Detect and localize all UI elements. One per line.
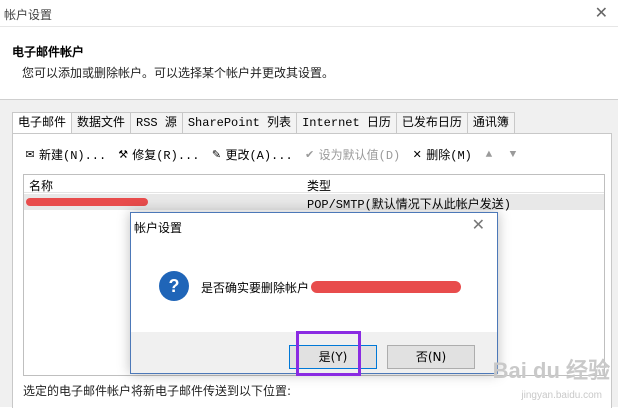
close-icon[interactable]: ✕ — [595, 3, 608, 22]
arrow-down-icon: ▼ — [509, 148, 517, 161]
redacted-account-name — [26, 198, 148, 206]
change-button[interactable]: ✎ 更改(A)... — [209, 146, 293, 163]
page-header: 电子邮件帐户 您可以添加或删除帐户。可以选择某个帐户并更改其设置。 — [0, 27, 618, 100]
tab-email[interactable]: 电子邮件 — [12, 112, 73, 134]
dialog-titlebar: 帐户设置 ✕ — [131, 213, 497, 239]
tab-rss[interactable]: RSS 源 — [131, 112, 183, 134]
no-button[interactable]: 否(N) — [387, 345, 475, 369]
highlight-box — [296, 331, 361, 376]
list-header: 名称 类型 — [24, 175, 604, 193]
arrow-up-icon: ▲ — [485, 148, 493, 161]
dialog-body: ? 是否确实要删除帐户 — [131, 239, 497, 332]
account-settings-window: 帐户设置 ✕ 电子邮件帐户 您可以添加或删除帐户。可以选择某个帐户并更改其设置。… — [0, 0, 618, 408]
repair-button-label: 修复(R)... — [132, 149, 200, 163]
question-icon: ? — [159, 271, 189, 301]
page-description: 您可以添加或删除帐户。可以选择某个帐户并更改其设置。 — [22, 66, 335, 80]
column-header-type[interactable]: 类型 — [307, 177, 331, 194]
wrench-icon: ⚒ — [118, 149, 129, 162]
delete-button-label: 删除(M) — [426, 149, 472, 163]
set-default-button[interactable]: ✔ 设为默认值(D) — [303, 146, 401, 163]
change-button-label: 更改(A)... — [225, 149, 293, 163]
page-title: 电子邮件帐户 — [12, 45, 85, 59]
delivery-location-label: 选定的电子邮件帐户将新电子邮件传送到以下位置: — [23, 384, 292, 398]
tab-published-calendar[interactable]: 已发布日历 — [396, 112, 468, 134]
window-titlebar: 帐户设置 ✕ — [0, 0, 618, 27]
dialog-close-icon[interactable]: ✕ — [472, 215, 485, 234]
column-header-name[interactable]: 名称 — [29, 177, 53, 194]
tab-sharepoint[interactable]: SharePoint 列表 — [182, 112, 298, 134]
redacted-account-in-message — [311, 281, 461, 293]
toolbar: ✉ 新建(N)... ⚒ 修复(R)... ✎ 更改(A)... ✔ 设为默认值… — [23, 146, 520, 164]
tab-address-book[interactable]: 通讯簿 — [467, 112, 515, 134]
delete-button[interactable]: ✕ 删除(M) — [410, 146, 472, 163]
new-button[interactable]: ✉ 新建(N)... — [23, 146, 106, 163]
edit-icon: ✎ — [211, 149, 222, 162]
new-mail-icon: ✉ — [25, 149, 35, 162]
table-row[interactable]: POP/SMTP(默认情况下从此帐户发送) — [24, 194, 604, 212]
dialog-title: 帐户设置 — [134, 221, 183, 235]
repair-button[interactable]: ⚒ 修复(R)... — [116, 146, 199, 163]
move-up-button[interactable]: ▲ — [482, 149, 496, 161]
check-circle-icon: ✔ — [305, 149, 315, 162]
account-type: POP/SMTP(默认情况下从此帐户发送) — [307, 198, 512, 212]
set-default-button-label: 设为默认值(D) — [318, 149, 401, 163]
tab-data-files[interactable]: 数据文件 — [72, 112, 132, 134]
new-button-label: 新建(N)... — [39, 149, 107, 163]
tab-bar: 电子邮件 数据文件 RSS 源 SharePoint 列表 Internet 日… — [12, 112, 515, 134]
tab-internet-calendar[interactable]: Internet 日历 — [297, 112, 397, 134]
move-down-button[interactable]: ▼ — [506, 149, 520, 161]
window-title: 帐户设置 — [4, 8, 53, 22]
watermark-logo: Bai du 经验 — [492, 358, 610, 383]
delete-x-icon: ✕ — [412, 149, 422, 162]
watermark-url: jingyan.baidu.com — [521, 390, 602, 401]
dialog-message: 是否确实要删除帐户 — [201, 281, 310, 295]
